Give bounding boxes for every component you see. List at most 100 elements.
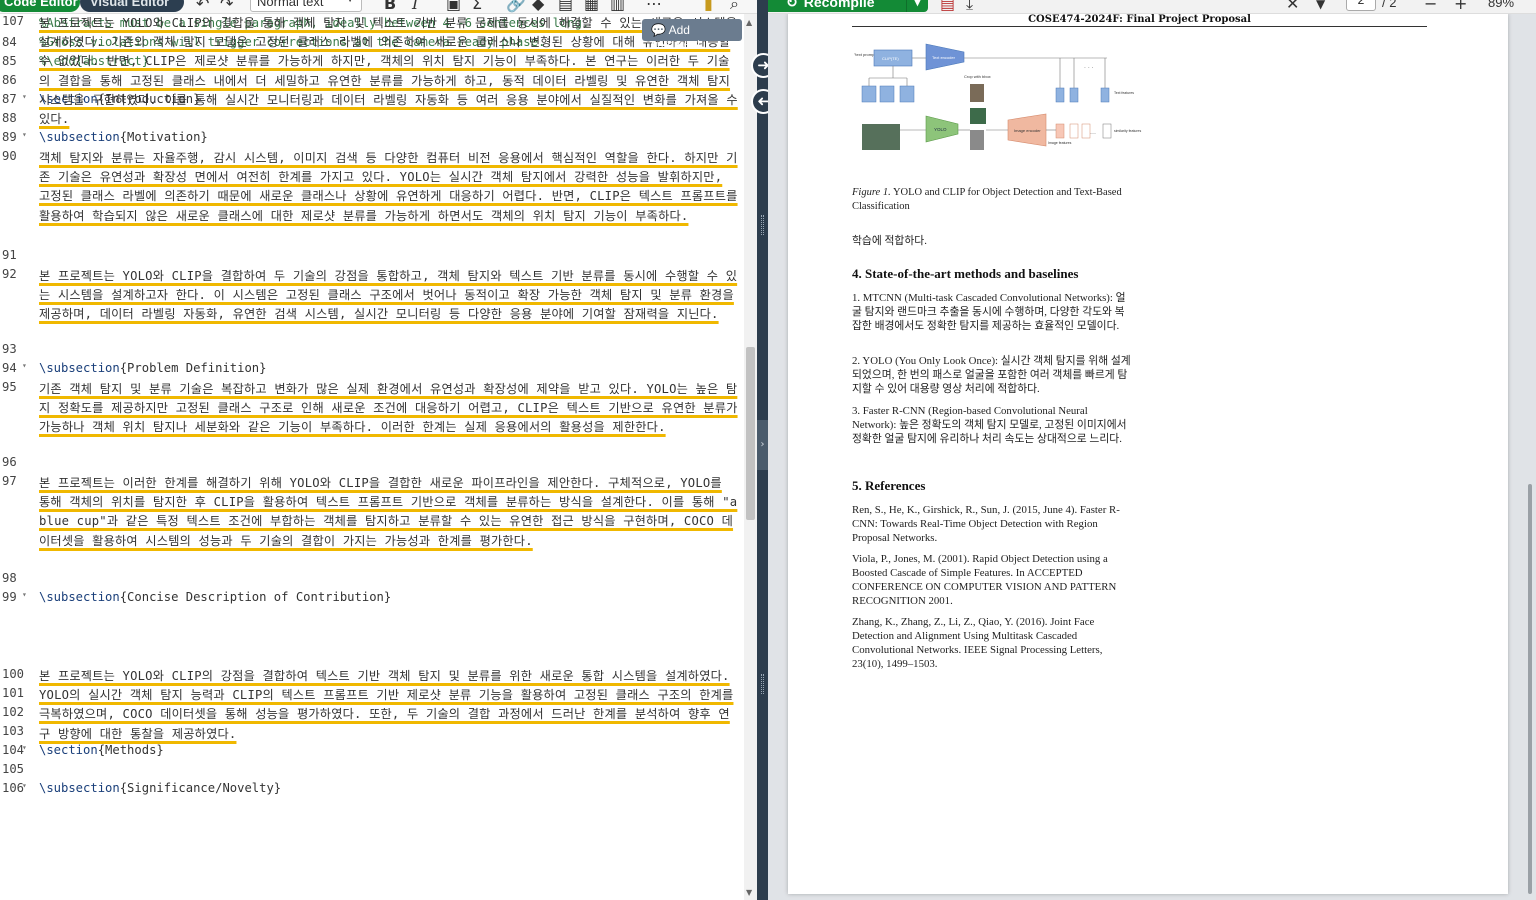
code-text: 본 프로젝트는 이러한 한계를 해결하기 위해 YOLO와 CLIP을 결합한 … bbox=[39, 476, 738, 548]
fold-toggle-icon[interactable]: ▾ bbox=[22, 781, 27, 790]
zoom-level[interactable]: 89% bbox=[1488, 0, 1514, 10]
continuation-text: 학습에 적합하다. bbox=[852, 235, 927, 247]
latex-argument: {Motivation} bbox=[119, 130, 208, 144]
line-number: 96 bbox=[2, 455, 17, 469]
pdf-running-header: COSE474-2024F: Final Project Proposal bbox=[852, 14, 1427, 27]
splitter-grip bbox=[761, 215, 764, 235]
more-icon[interactable]: ⋯ bbox=[646, 0, 662, 13]
page-number-input[interactable]: 2 bbox=[1346, 0, 1376, 11]
undo-icon[interactable]: ↶ bbox=[196, 0, 209, 13]
figure-text-encoder-label: Text encoder bbox=[932, 55, 956, 60]
figure-image-features-label: Image features bbox=[1048, 141, 1072, 145]
reference-2: Viola, P., Jones, M. (2001). Rapid Objec… bbox=[852, 553, 1117, 607]
code-text: 기존 객체 탐지 및 분류 기술은 복잡하고 변화가 많은 실제 환경에서 유연… bbox=[39, 382, 738, 435]
line-number: 105 bbox=[2, 762, 25, 776]
line-number: 100 bbox=[2, 667, 25, 681]
code-text: \subsection{Motivation} bbox=[39, 130, 739, 144]
tag-icon[interactable]: ◆ bbox=[532, 0, 544, 13]
logs-icon[interactable]: ▤ bbox=[940, 0, 955, 13]
bookmark-icon[interactable]: ▮ bbox=[704, 0, 713, 13]
zoom-out-icon[interactable]: − bbox=[1424, 0, 1437, 13]
code-editor[interactable]: %Abstracts must be a single paragraph, i… bbox=[0, 14, 757, 900]
redo-icon[interactable]: ↷ bbox=[220, 0, 233, 13]
code-text: \subsection{Significance/Novelty} bbox=[39, 781, 739, 795]
line-number: 84 bbox=[2, 35, 17, 49]
math-icon[interactable]: Σ bbox=[472, 0, 482, 13]
line-number: 87 bbox=[2, 92, 17, 106]
fold-toggle-icon[interactable]: ▾ bbox=[22, 590, 27, 599]
scroll-down-icon[interactable]: ▼ bbox=[746, 888, 752, 897]
latex-argument: {Methods} bbox=[97, 743, 164, 757]
image-icon[interactable]: ▦ bbox=[584, 0, 599, 13]
line-number: 107 bbox=[2, 14, 25, 28]
line-number: 104 bbox=[2, 743, 25, 757]
s4-item-3: 3. Faster R-CNN (Region-based Convolutio… bbox=[852, 405, 1127, 445]
figure-icon[interactable]: ▤ bbox=[558, 0, 573, 13]
recompile-button[interactable]: ↻ Recompile bbox=[768, 0, 928, 12]
pipeline-figure: "text prompt" CLIP(TE) Text encoder . . … bbox=[854, 43, 1141, 150]
s4-item-1: 1. MTCNN (Multi-task Cascaded Convolutio… bbox=[852, 292, 1126, 332]
splitter-grip bbox=[761, 674, 764, 694]
line-number: 95 bbox=[2, 380, 17, 394]
latex-argument: {Concise Description of Contribution} bbox=[119, 590, 392, 604]
search-icon[interactable]: ⌕ bbox=[730, 0, 739, 13]
scroll-up-icon[interactable]: ▲ bbox=[746, 18, 752, 27]
fold-toggle-icon[interactable]: ▾ bbox=[22, 130, 27, 139]
recompile-label: Recompile bbox=[803, 0, 875, 10]
code-text: \subsection{Concise Description of Contr… bbox=[39, 590, 739, 604]
latex-argument: {Problem Definition} bbox=[119, 361, 267, 375]
line-number: 101 bbox=[2, 686, 25, 700]
code-editor-toggle[interactable]: Code Editor bbox=[0, 0, 80, 12]
line-number: 85 bbox=[2, 54, 17, 68]
line-number: 106 bbox=[2, 781, 25, 795]
scroll-thumb[interactable] bbox=[746, 347, 755, 520]
chevron-down-icon[interactable]: ▼ bbox=[1316, 0, 1325, 11]
pdf-scrollbar[interactable] bbox=[1528, 484, 1532, 894]
bold-icon[interactable]: B bbox=[384, 0, 396, 13]
fold-toggle-icon[interactable]: ▾ bbox=[22, 92, 27, 101]
zoom-in-icon[interactable]: + bbox=[1454, 0, 1467, 13]
latex-command: \subsection bbox=[39, 781, 120, 795]
line-number: 93 bbox=[2, 342, 17, 356]
table-icon[interactable]: ▥ bbox=[610, 0, 625, 13]
pdf-toolbar: ↻ Recompile ▼ ▤ ⤓ ✕ ▼ 2 / 2 − + 89% bbox=[768, 0, 1536, 14]
section-4-heading: 4. State-of-the-art methods and baseline… bbox=[852, 266, 1079, 281]
svg-text:…: … bbox=[1090, 129, 1096, 136]
figure-crop-label: Crop with bbox bbox=[964, 74, 991, 79]
italic-icon[interactable]: I bbox=[412, 0, 418, 13]
line-number: 89 bbox=[2, 130, 17, 144]
figure-crop-3 bbox=[970, 130, 984, 150]
fold-toggle-icon[interactable]: ▾ bbox=[22, 361, 27, 370]
editor-scrollbar[interactable]: ▲ ▼ bbox=[744, 14, 757, 900]
collapse-pane-handle[interactable]: › bbox=[757, 420, 768, 470]
link-icon[interactable]: 🔗 bbox=[506, 0, 526, 13]
pdf-viewer[interactable]: COSE474-2024F: Final Project Proposal "t… bbox=[768, 14, 1536, 900]
figure-caption-text: YOLO and CLIP for Object Detection and T… bbox=[852, 187, 1122, 212]
add-comment-button[interactable]: 💬 Add comment bbox=[642, 19, 742, 51]
figure-similarity-label: similarity features bbox=[1114, 129, 1141, 133]
recompile-dropdown[interactable]: ▼ bbox=[906, 0, 928, 12]
line-number: 97 bbox=[2, 474, 17, 488]
figure-text-features-label: Text features bbox=[1114, 91, 1134, 95]
line-number: 88 bbox=[2, 111, 17, 125]
text-style-value: Normal text bbox=[257, 0, 324, 9]
latex-command: \section bbox=[39, 743, 98, 757]
editor-toolbar: Code Editor Visual Editor ↶ ↷ Normal tex… bbox=[0, 0, 757, 14]
line-number: 86 bbox=[2, 73, 17, 87]
pdf-page: COSE474-2024F: Final Project Proposal "t… bbox=[788, 14, 1508, 894]
close-icon[interactable]: ✕ bbox=[1286, 0, 1299, 13]
line-number: 103 bbox=[2, 724, 25, 738]
figure-caption: Figure 1. YOLO and CLIP for Object Detec… bbox=[852, 186, 1132, 213]
text-style-select[interactable]: Normal text ▼ bbox=[250, 0, 362, 12]
line-number: 98 bbox=[2, 571, 17, 585]
latex-argument: {Significance/Novelty} bbox=[119, 781, 282, 795]
download-pdf-icon[interactable]: ⤓ bbox=[966, 0, 973, 13]
line-number: 90 bbox=[2, 149, 17, 163]
section-5-heading: 5. References bbox=[852, 478, 926, 493]
visual-editor-toggle[interactable]: Visual Editor bbox=[80, 0, 184, 12]
reference-3: Zhang, K., Zhang, Z., Li, Z., Qiao, Y. (… bbox=[852, 616, 1103, 670]
section-icon[interactable]: ▣ bbox=[446, 0, 461, 13]
line-number: 91 bbox=[2, 248, 17, 262]
fold-toggle-icon[interactable]: ▾ bbox=[22, 743, 27, 752]
figure-crop-1 bbox=[970, 84, 984, 102]
